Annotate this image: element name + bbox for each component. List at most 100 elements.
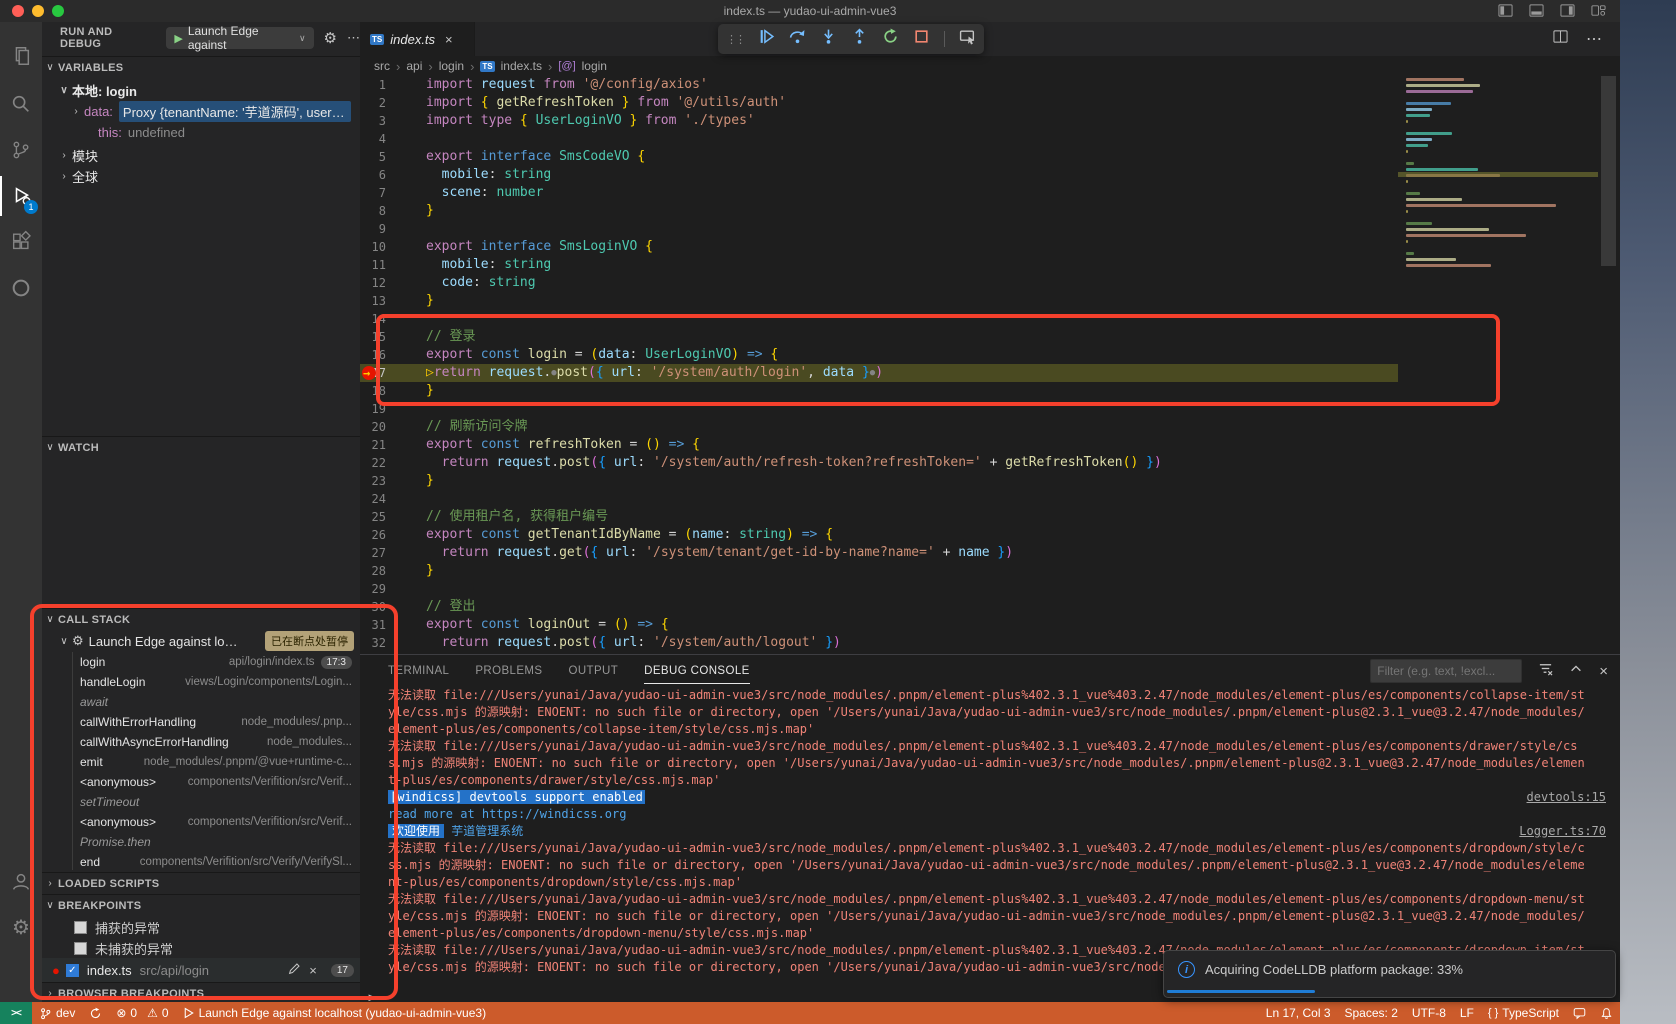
explorer-icon[interactable] [0, 36, 42, 76]
loaded-scripts-section-header[interactable]: ›LOADED SCRIPTS [42, 872, 360, 894]
code-line[interactable]: 8} [360, 202, 1398, 220]
launch-config-dropdown[interactable]: ▶ Launch Edge against ∨ [166, 27, 313, 49]
source-control-icon[interactable] [0, 130, 42, 170]
step-into-icon[interactable] [820, 28, 837, 50]
remote-indicator[interactable]: >< [0, 1002, 32, 1024]
variables-scope-module[interactable]: ›模块 [42, 144, 360, 166]
step-over-icon[interactable] [789, 28, 806, 50]
code-line[interactable]: 21export const refreshToken = () => { [360, 436, 1398, 454]
stack-frame[interactable]: <anonymous>components/Verifition/src/Ver… [42, 812, 360, 832]
toggle-sidebar-icon[interactable] [1498, 3, 1513, 18]
stack-frame[interactable]: callWithErrorHandlingnode_modules/.pnp..… [42, 712, 360, 732]
call-stack-section-header[interactable]: ∨CALL STACK [42, 608, 360, 630]
code-line[interactable]: 18} [360, 382, 1398, 400]
variables-section-header[interactable]: ∨VARIABLES [42, 56, 360, 78]
stack-frame[interactable]: endcomponents/Verifition/src/Verify/Veri… [42, 852, 360, 872]
breadcrumb-symbol[interactable]: login [582, 59, 607, 73]
code-line[interactable]: 20// 刷新访问令牌 [360, 418, 1398, 436]
checkbox-unchecked[interactable] [74, 942, 87, 955]
git-branch-item[interactable]: dev [32, 1002, 82, 1024]
tab-problems[interactable]: PROBLEMS [475, 659, 542, 683]
code-line[interactable]: 28} [360, 562, 1398, 580]
code-line[interactable]: 19 [360, 400, 1398, 418]
notifications-bell-icon[interactable] [1593, 1002, 1620, 1024]
search-icon[interactable] [0, 84, 42, 124]
console-source-link[interactable]: devtools:15 [1527, 789, 1606, 806]
tab-index-ts[interactable]: TS index.ts × [360, 22, 475, 56]
encoding-item[interactable]: UTF-8 [1405, 1002, 1453, 1024]
console-filter-input[interactable] [1370, 659, 1522, 683]
restart-icon[interactable] [882, 28, 899, 50]
code-editor[interactable]: 1import request from '@/config/axios'2im… [360, 76, 1398, 654]
breakpoints-section-header[interactable]: ∨BREAKPOINTS [42, 894, 360, 916]
customize-layout-icon[interactable] [1591, 3, 1606, 18]
step-out-icon[interactable] [851, 28, 868, 50]
breakpoint-current-line-icon[interactable] [362, 366, 376, 380]
indentation-item[interactable]: Spaces: 2 [1338, 1002, 1405, 1024]
code-line[interactable]: 12 code: string [360, 274, 1398, 292]
notification-toast[interactable]: i Acquiring CodeLLDB platform package: 3… [1163, 950, 1616, 998]
drag-handle[interactable]: ⋮⋮ [726, 33, 744, 46]
debug-target-item[interactable]: Launch Edge against localhost (yudao-ui-… [176, 1002, 494, 1024]
split-editor-icon[interactable] [1553, 29, 1568, 49]
code-line[interactable]: 22 return request.post({ url: '/system/a… [360, 454, 1398, 472]
stack-frame[interactable]: Promise.then [42, 832, 360, 852]
collapse-panel-icon[interactable] [1569, 662, 1583, 681]
code-line[interactable]: 14 [360, 310, 1398, 328]
breadcrumb-src[interactable]: src [374, 59, 390, 73]
breadcrumb-login[interactable]: login [439, 59, 464, 73]
editor-more-actions-icon[interactable]: ⋯ [1586, 29, 1602, 49]
watch-section-header[interactable]: ∨WATCH [42, 436, 360, 458]
tab-terminal[interactable]: TERMINAL [388, 659, 449, 683]
code-line[interactable]: 3import type { UserLoginVO } from './typ… [360, 112, 1398, 130]
code-line[interactable]: 23} [360, 472, 1398, 490]
code-line[interactable]: 15// 登录 [360, 328, 1398, 346]
sync-icon[interactable] [82, 1002, 109, 1024]
checkbox-unchecked[interactable] [74, 921, 87, 934]
breadcrumb-api[interactable]: api [406, 59, 422, 73]
code-line[interactable]: 1import request from '@/config/axios' [360, 76, 1398, 94]
breakpoint-caught-exceptions[interactable]: 捕获的异常 [42, 916, 360, 938]
continue-icon[interactable] [758, 28, 775, 50]
cursor-position-item[interactable]: Ln 17, Col 3 [1259, 1002, 1338, 1024]
account-icon[interactable] [0, 862, 42, 902]
tab-debug-console[interactable]: DEBUG CONSOLE [644, 659, 750, 684]
stack-frame[interactable]: await [42, 692, 360, 712]
problems-item[interactable]: ⊗0 ⚠0 [109, 1002, 175, 1024]
inspect-window-icon[interactable] [959, 28, 976, 50]
toggle-panel-icon[interactable] [1529, 3, 1544, 18]
stack-frame[interactable]: emitnode_modules/.pnpm/@vue+runtime-c... [42, 752, 360, 772]
code-line[interactable]: 6 mobile: string [360, 166, 1398, 184]
browser-breakpoints-section-header[interactable]: ›BROWSER BREAKPOINTS [42, 982, 360, 1004]
code-line[interactable]: 31export const loginOut = () => { [360, 616, 1398, 634]
variable-row-this[interactable]: this: undefined [42, 121, 360, 143]
code-line[interactable]: 24 [360, 490, 1398, 508]
code-line[interactable]: 9 [360, 220, 1398, 238]
close-panel-icon[interactable]: × [1599, 663, 1608, 680]
code-line[interactable]: 16export const login = (data: UserLoginV… [360, 346, 1398, 364]
code-line[interactable]: 11 mobile: string [360, 256, 1398, 274]
code-line[interactable]: 25// 使用租户名, 获得租户编号 [360, 508, 1398, 526]
tab-output[interactable]: OUTPUT [568, 659, 618, 683]
debug-console-output[interactable]: 无法读取 file:///Users/yunai/Java/yudao-ui-a… [360, 687, 1620, 977]
breakpoint-uncaught-exceptions[interactable]: 未捕获的异常 [42, 937, 360, 959]
code-line[interactable]: 30// 登出 [360, 598, 1398, 616]
edit-breakpoint-icon[interactable] [288, 962, 301, 978]
code-line[interactable]: 26export const getTenantIdByName = (name… [360, 526, 1398, 544]
filter-icon[interactable] [1538, 661, 1553, 681]
breadcrumb-file[interactable]: index.ts [501, 59, 542, 73]
ring-icon[interactable] [0, 268, 42, 308]
stack-frame[interactable]: loginapi/login/index.ts17:3 [42, 652, 360, 672]
debug-settings-gear-icon[interactable]: ⚙ [324, 29, 337, 47]
variable-row-data[interactable]: ›data: Proxy {tenantName: '芋道源码', userna… [42, 100, 360, 122]
stack-frame[interactable]: callWithAsyncErrorHandlingnode_modules..… [42, 732, 360, 752]
run-and-debug-icon[interactable]: 1 [0, 176, 42, 216]
debug-session-row[interactable]: ∨ ⚙ Launch Edge against localhost... 已在断… [42, 630, 360, 652]
stack-frame[interactable]: <anonymous>components/Verifition/src/Ver… [42, 772, 360, 792]
code-line[interactable]: 27 return request.get({ url: '/system/te… [360, 544, 1398, 562]
language-mode-item[interactable]: { }TypeScript [1481, 1002, 1566, 1024]
close-tab-icon[interactable]: × [445, 32, 453, 47]
editor-scrollbar[interactable] [1598, 76, 1620, 654]
feedback-icon[interactable] [1566, 1002, 1593, 1024]
stack-frame[interactable]: handleLoginviews/Login/components/Login.… [42, 672, 360, 692]
